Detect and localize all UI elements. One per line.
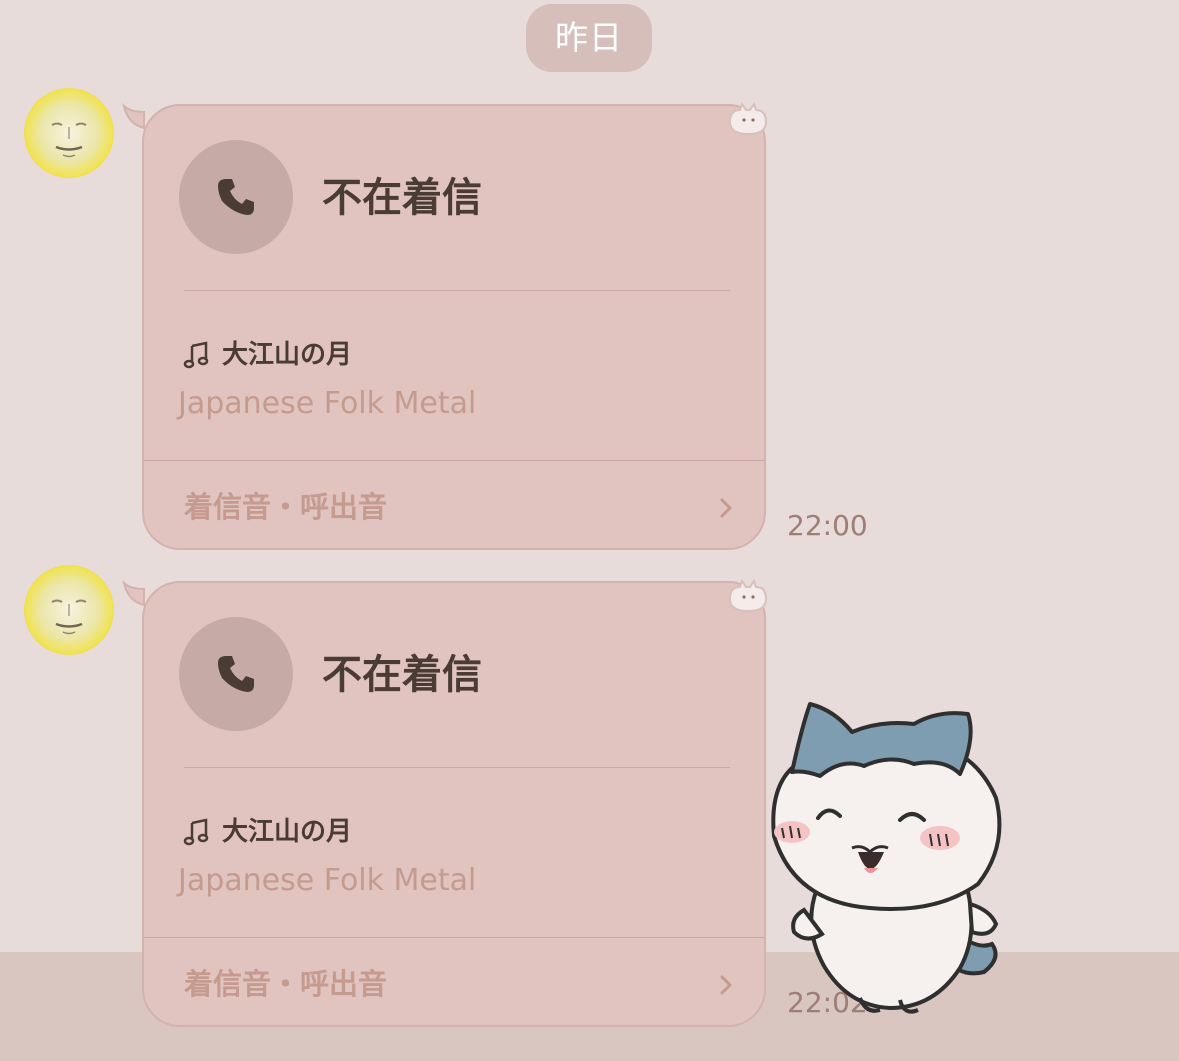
missed-call-bubble[interactable]: 不在着信 大江山の月 Japanese Folk Metal 着信音・呼出音 bbox=[142, 581, 766, 1027]
cat-sticker bbox=[771, 702, 1002, 1014]
call-status: 不在着信 bbox=[322, 175, 482, 221]
ringtone-song: 大江山の月 bbox=[182, 335, 352, 375]
ringtone-settings-link[interactable]: 着信音・呼出音 bbox=[184, 963, 387, 1005]
music-note-icon bbox=[183, 818, 209, 846]
divider bbox=[144, 460, 764, 461]
ringtone-song: 大江山の月 bbox=[182, 812, 352, 852]
song-title: 大江山の月 bbox=[222, 817, 353, 847]
call-status: 不在着信 bbox=[322, 652, 482, 698]
message-missed-call: 不在着信 大江山の月 Japanese Folk Metal 着信音・呼出音 2… bbox=[0, 0, 1179, 550]
call-button[interactable] bbox=[179, 617, 293, 731]
song-genre: Japanese Folk Metal bbox=[178, 386, 477, 421]
bubble-decoration-icon bbox=[728, 578, 768, 613]
music-note-icon bbox=[183, 341, 209, 369]
phone-icon bbox=[218, 179, 254, 215]
song-title: 大江山の月 bbox=[222, 340, 353, 370]
divider bbox=[184, 290, 730, 291]
avatar[interactable] bbox=[24, 88, 114, 178]
song-genre: Japanese Folk Metal bbox=[178, 863, 477, 898]
call-button[interactable] bbox=[179, 140, 293, 254]
bubble-decoration-icon bbox=[728, 101, 768, 136]
divider bbox=[184, 767, 730, 768]
chevron-right-icon[interactable] bbox=[716, 971, 736, 999]
avatar[interactable] bbox=[24, 565, 114, 655]
phone-icon bbox=[218, 656, 254, 692]
divider bbox=[144, 937, 764, 938]
